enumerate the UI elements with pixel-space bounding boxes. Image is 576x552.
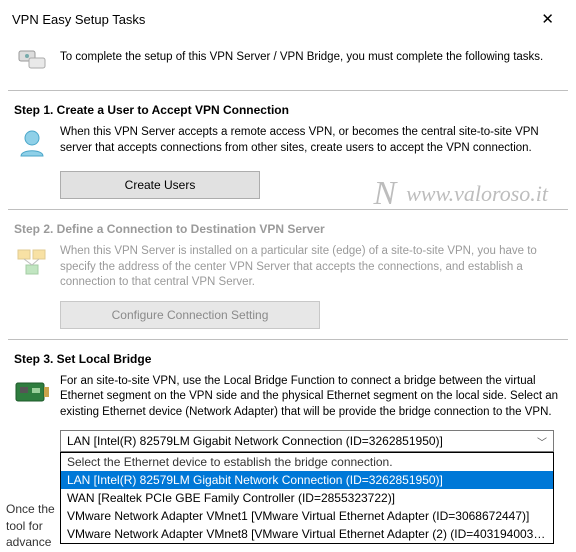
step1-title: Step 1. Create a User to Accept VPN Conn… [14, 103, 562, 117]
adapter-combobox[interactable]: LAN [Intel(R) 82579LM Gigabit Network Co… [60, 430, 554, 452]
user-icon [14, 125, 50, 161]
create-users-button[interactable]: Create Users [60, 171, 260, 199]
configure-connection-button: Configure Connection Setting [60, 301, 320, 329]
step2-body: When this VPN Server is installed on a p… [60, 244, 562, 291]
adapter-option[interactable]: WAN [Realtek PCIe GBE Family Controller … [61, 489, 553, 507]
setup-icon [14, 40, 50, 76]
chevron-down-icon: ﹀ [537, 434, 547, 449]
watermark: N www.valoroso.it [374, 175, 548, 213]
watermark-logo: N [374, 175, 397, 213]
adapter-option[interactable]: VMware Network Adapter VMnet1 [VMware Vi… [61, 507, 553, 525]
step3-title: Step 3. Set Local Bridge [14, 352, 562, 366]
divider [8, 90, 568, 91]
adapter-dropdown: Select the Ethernet device to establish … [60, 452, 554, 544]
step2-title: Step 2. Define a Connection to Destinati… [14, 222, 562, 236]
adapter-dropdown-hint: Select the Ethernet device to establish … [61, 453, 553, 471]
cascade-icon [14, 244, 50, 280]
adapter-option[interactable]: VMware Network Adapter VMnet8 [VMware Vi… [61, 525, 553, 543]
nic-icon [14, 374, 50, 410]
window-title: VPN Easy Setup Tasks [12, 12, 145, 27]
adapter-selected-value: LAN [Intel(R) 82579LM Gigabit Network Co… [67, 434, 443, 448]
adapter-option[interactable]: LAN [Intel(R) 82579LM Gigabit Network Co… [61, 471, 553, 489]
watermark-url: www.valoroso.it [406, 181, 548, 207]
step3-body: For an site-to-site VPN, use the Local B… [60, 374, 562, 421]
step1-body: When this VPN Server accepts a remote ac… [60, 125, 562, 156]
close-icon[interactable]: ✕ [531, 8, 564, 30]
intro-text: To complete the setup of this VPN Server… [60, 50, 562, 66]
divider [8, 339, 568, 340]
